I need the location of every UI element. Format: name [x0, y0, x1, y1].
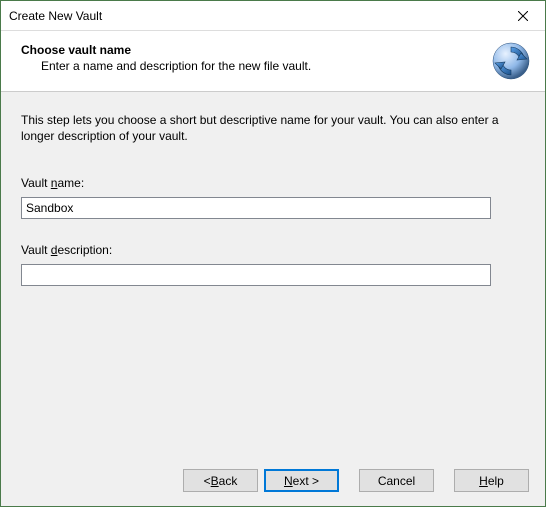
- vault-description-group: Vault description:: [21, 243, 525, 286]
- next-button[interactable]: Next >: [264, 469, 339, 492]
- window-title: Create New Vault: [9, 9, 102, 23]
- close-icon: [518, 11, 528, 21]
- header-subtitle: Enter a name and description for the new…: [41, 59, 311, 73]
- help-button[interactable]: Help: [454, 469, 529, 492]
- vault-description-input[interactable]: [21, 264, 491, 286]
- close-button[interactable]: [500, 1, 545, 30]
- wizard-footer: < Back Next > Cancel Help: [1, 457, 545, 506]
- wizard-content: This step lets you choose a short but de…: [1, 92, 545, 457]
- intro-text: This step lets you choose a short but de…: [21, 112, 501, 144]
- titlebar: Create New Vault: [1, 1, 545, 31]
- dialog-window: Create New Vault Choose vault name Enter…: [0, 0, 546, 507]
- sync-icon: [491, 41, 531, 81]
- vault-description-label: Vault description:: [21, 243, 525, 257]
- vault-name-input[interactable]: [21, 197, 491, 219]
- back-button[interactable]: < Back: [183, 469, 258, 492]
- header-title: Choose vault name: [21, 43, 311, 57]
- wizard-header: Choose vault name Enter a name and descr…: [1, 31, 545, 92]
- cancel-button[interactable]: Cancel: [359, 469, 434, 492]
- vault-name-label: Vault name:: [21, 176, 525, 190]
- vault-name-group: Vault name:: [21, 176, 525, 219]
- header-text: Choose vault name Enter a name and descr…: [21, 41, 311, 73]
